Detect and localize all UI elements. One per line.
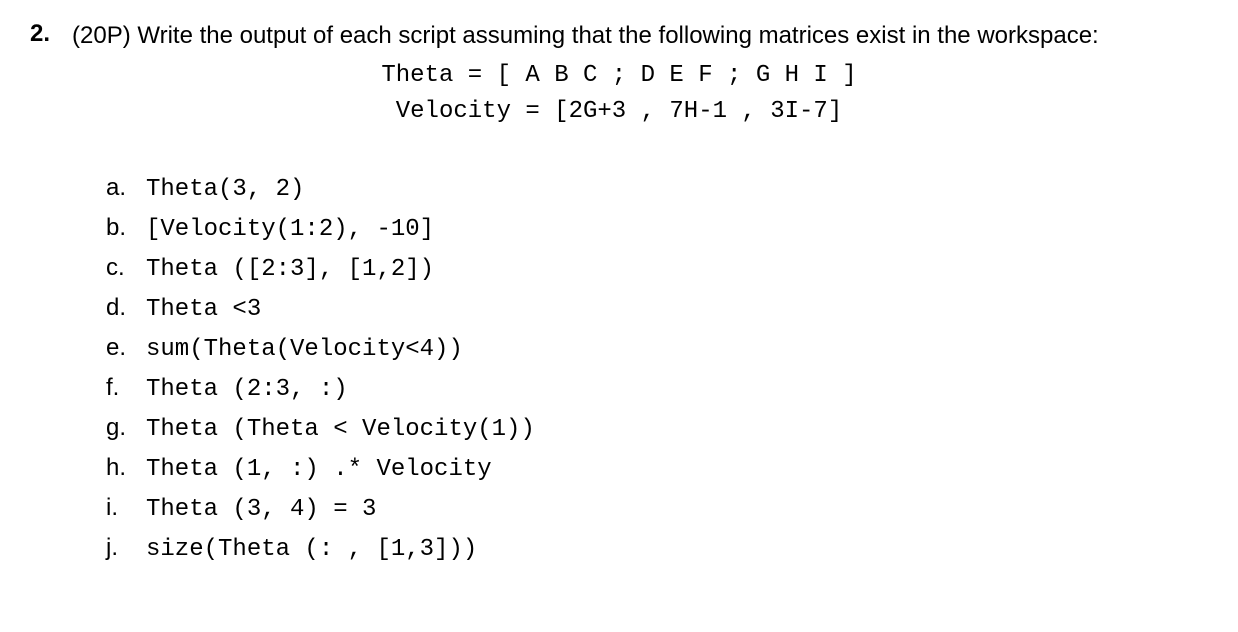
sub-label: b. — [106, 210, 130, 246]
sub-questions-list: a. Theta(3, 2) b. [Velocity(1:2), -10] c… — [106, 170, 1208, 568]
theta-definition: Theta = [ A B C ; D E F ; G H I ] — [30, 58, 1208, 94]
sub-code: [Velocity(1:2), -10] — [146, 212, 434, 248]
sub-label: f. — [106, 370, 130, 406]
sub-label: i. — [106, 490, 130, 526]
sub-code: Theta(3, 2) — [146, 172, 304, 208]
sub-code: Theta <3 — [146, 292, 261, 328]
sub-label: e. — [106, 330, 130, 366]
sub-code: Theta (2:3, :) — [146, 372, 348, 408]
sub-code: Theta (1, :) .* Velocity — [146, 452, 492, 488]
question-number: 2. — [30, 20, 60, 48]
sub-label: d. — [106, 290, 130, 326]
sub-question: f. Theta (2:3, :) — [106, 370, 1208, 408]
sub-question: b. [Velocity(1:2), -10] — [106, 210, 1208, 248]
question-header: 2. (20P) Write the output of each script… — [30, 20, 1208, 52]
matrix-definitions: Theta = [ A B C ; D E F ; G H I ] Veloci… — [30, 58, 1208, 130]
sub-label: g. — [106, 410, 130, 446]
sub-label: c. — [106, 250, 130, 286]
sub-code: sum(Theta(Velocity<4)) — [146, 332, 463, 368]
sub-question: a. Theta(3, 2) — [106, 170, 1208, 208]
sub-label: h. — [106, 450, 130, 486]
sub-code: Theta ([2:3], [1,2]) — [146, 252, 434, 288]
sub-question: c. Theta ([2:3], [1,2]) — [106, 250, 1208, 288]
sub-code: Theta (Theta < Velocity(1)) — [146, 412, 535, 448]
sub-label: j. — [106, 530, 130, 566]
sub-question: i. Theta (3, 4) = 3 — [106, 490, 1208, 528]
sub-label: a. — [106, 170, 130, 206]
sub-code: size(Theta (: , [1,3])) — [146, 532, 477, 568]
velocity-definition: Velocity = [2G+3 , 7H-1 , 3I-7] — [30, 94, 1208, 130]
sub-question: h. Theta (1, :) .* Velocity — [106, 450, 1208, 488]
sub-question: g. Theta (Theta < Velocity(1)) — [106, 410, 1208, 448]
question-text: (20P) Write the output of each script as… — [72, 20, 1099, 52]
sub-question: j. size(Theta (: , [1,3])) — [106, 530, 1208, 568]
sub-question: e. sum(Theta(Velocity<4)) — [106, 330, 1208, 368]
sub-question: d. Theta <3 — [106, 290, 1208, 328]
sub-code: Theta (3, 4) = 3 — [146, 492, 376, 528]
